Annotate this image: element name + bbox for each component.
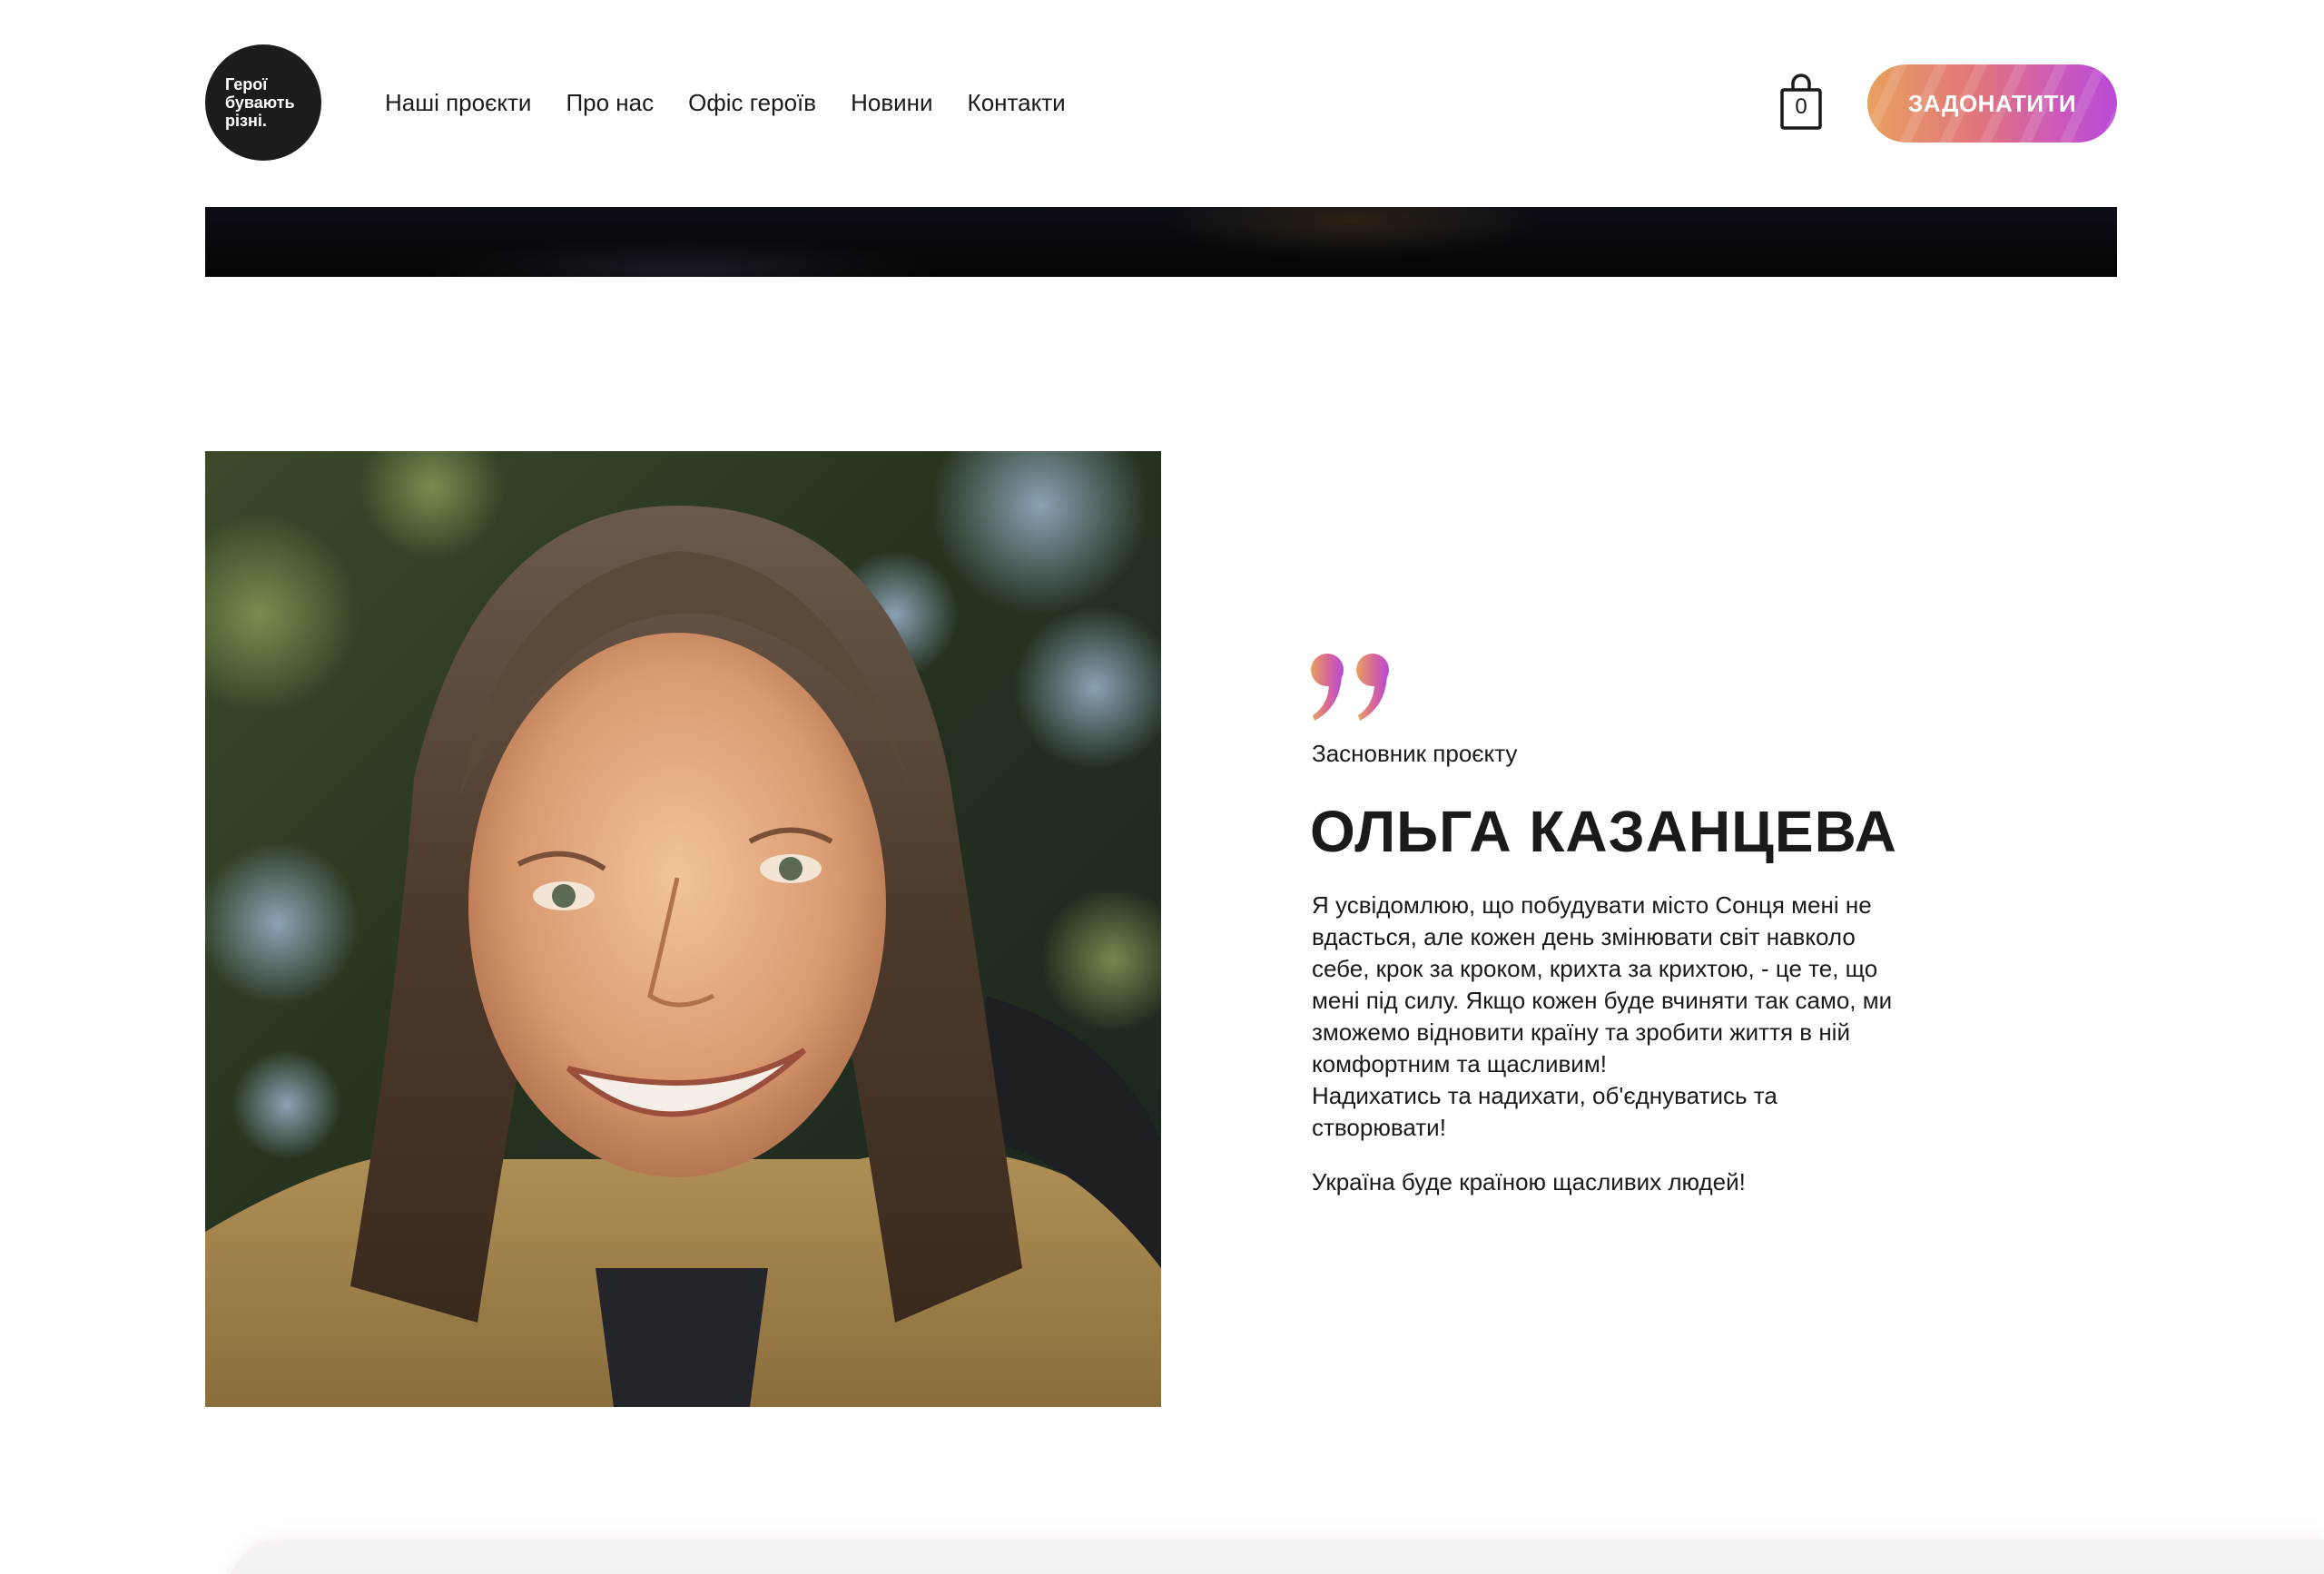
donate-button[interactable]: ЗАДОНАТИТИ	[1867, 64, 2117, 143]
nav-item-projects[interactable]: Наші проєкти	[385, 86, 531, 119]
bio-paragraph-1: Я усвідомлюю, що побудувати місто Сонця …	[1312, 891, 1893, 1141]
logo-line-2: бувають	[225, 93, 295, 112]
nav-item-heroes-office[interactable]: Офіс героїв	[688, 86, 816, 119]
nav-item-about[interactable]: Про нас	[566, 86, 654, 119]
main-nav: Наші проєкти Про нас Офіс героїв Новини …	[385, 86, 1100, 119]
site-logo[interactable]: Герої бувають різні.	[205, 44, 321, 161]
logo-line-1: Герої	[225, 75, 268, 93]
cart-count: 0	[1795, 94, 1807, 119]
bio-paragraph-2: Україна буде країною щасливих людей!	[1312, 1168, 1746, 1195]
founder-role: Засновник проєкту	[1312, 740, 1518, 767]
site-header: Герої бувають різні. Наші проєкти Про на…	[205, 44, 2117, 161]
banner-image-strip	[205, 207, 2117, 277]
nav-item-news[interactable]: Новини	[851, 86, 932, 119]
next-section-edge	[227, 1540, 2324, 1574]
cart-button[interactable]: 0	[1779, 72, 1823, 130]
quote-mark-icon	[1311, 654, 1389, 721]
founder-name: ОЛЬГА КАЗАНЦЕВА	[1310, 799, 1897, 864]
founder-photo	[205, 451, 1161, 1407]
logo-line-3: різні.	[225, 112, 267, 130]
founder-bio: Я усвідомлюю, що побудувати місто Сонця …	[1312, 890, 1984, 1198]
page: Герої бувають різні. Наші проєкти Про на…	[0, 0, 2324, 1574]
nav-item-contacts[interactable]: Контакти	[968, 86, 1066, 119]
